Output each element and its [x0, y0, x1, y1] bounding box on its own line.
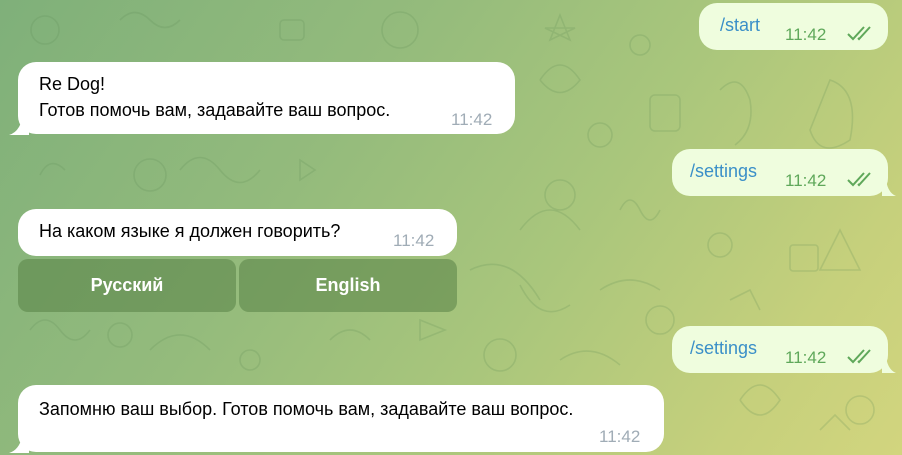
language-button-english[interactable]: English: [239, 259, 457, 312]
message-time: 11:42: [785, 171, 827, 190]
message-time: 11:42: [393, 231, 435, 250]
command-link[interactable]: /settings: [690, 159, 757, 184]
double-check-icon: [847, 26, 871, 41]
command-link[interactable]: /settings: [690, 336, 757, 361]
bubble-tail: [882, 357, 896, 373]
incoming-message: Запомню ваш выбор. Готов помочь вам, зад…: [18, 385, 664, 452]
message-time: 11:42: [451, 110, 493, 129]
bubble-tail: [9, 119, 29, 135]
message-text-line: Готов помочь вам, задавайте ваш вопрос.: [39, 100, 391, 120]
message-time: 11:42: [785, 348, 827, 367]
outgoing-message: /settings 11:42: [672, 326, 888, 373]
message-time: 11:42: [599, 427, 641, 446]
incoming-message: Re Dog! Готов помочь вам, задавайте ваш …: [18, 62, 515, 134]
message-text: На каком языке я должен говорить?: [39, 221, 341, 241]
bubble-tail: [882, 180, 896, 196]
command-link[interactable]: /start: [720, 13, 760, 38]
language-button-russian[interactable]: Русский: [18, 259, 236, 312]
bubble-tail: [9, 437, 29, 453]
outgoing-message: /settings 11:42: [672, 149, 888, 196]
double-check-icon: [847, 172, 871, 187]
message-time: 11:42: [785, 25, 827, 44]
incoming-message: На каком языке я должен говорить? 11:42: [18, 209, 457, 256]
message-text-line: Re Dog!: [39, 74, 106, 94]
message-text: Запомню ваш выбор. Готов помочь вам, зад…: [39, 399, 574, 419]
outgoing-message: /start 11:42: [699, 3, 888, 50]
double-check-icon: [847, 349, 871, 364]
